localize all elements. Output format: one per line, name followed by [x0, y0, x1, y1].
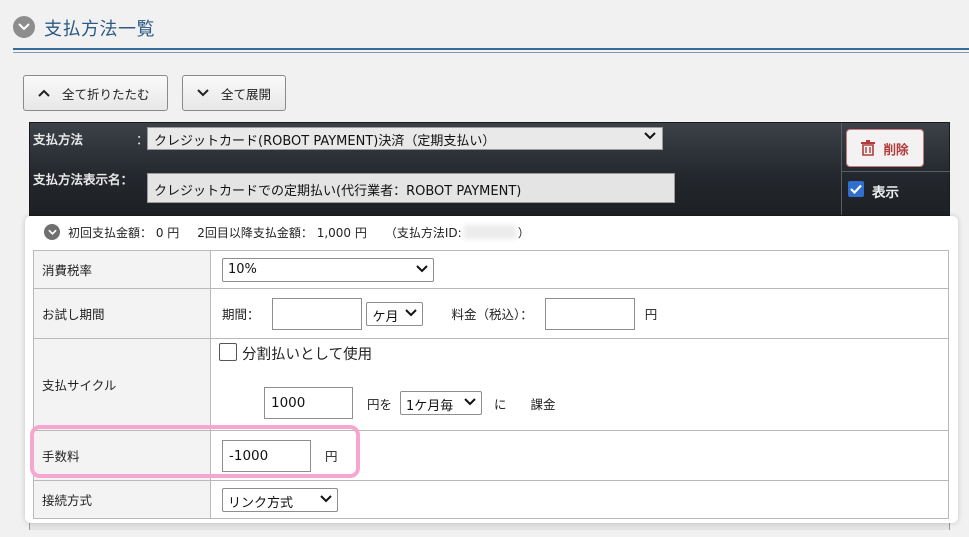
payment-method-panel: 支払方法 ： クレジットカード(ROBOT PAYMENT)決済（定期支払い） … — [29, 122, 950, 216]
cycle-period-selected: 1ケ月毎 — [405, 399, 454, 414]
connection-label: 接続方式 — [33, 480, 211, 519]
summary-toggle[interactable] — [44, 224, 60, 240]
expand-all-button[interactable]: 全て展開 — [182, 75, 286, 111]
table-row-cycle: 支払サイクル 分割払いとして使用 1000 円を 1ケ月毎 に 課金 — [33, 338, 949, 431]
cycle-value-cell: 分割払いとして使用 1000 円を 1ケ月毎 に 課金 — [210, 338, 949, 431]
cycle-ni: に — [493, 396, 507, 412]
trial-label: お試し期間 — [33, 288, 211, 339]
trial-fee-label: 料金（税込）： — [451, 307, 533, 322]
redacted-id — [463, 225, 516, 239]
fee-input[interactable]: -1000 — [222, 439, 311, 472]
chevron-up-icon — [38, 89, 50, 97]
delete-button[interactable]: 削除 — [846, 129, 924, 167]
section-header: 支払方法一覧 — [0, 0, 969, 56]
header-divider — [13, 48, 969, 50]
chevron-down-icon — [18, 23, 30, 31]
tax-rate-select[interactable]: 10% — [222, 257, 434, 282]
check-icon — [850, 184, 862, 194]
trial-period-label: 期間： — [222, 307, 260, 322]
method-label: 支払方法 — [33, 132, 84, 147]
collapse-all-button[interactable]: 全て折りたたむ — [23, 75, 168, 111]
cycle-charge: 課金 — [530, 396, 556, 412]
connection-select[interactable]: リンク方式 — [222, 487, 338, 512]
fee-value-cell: -1000 円 — [210, 430, 949, 481]
header-divider-thin — [13, 52, 969, 53]
cycle-period-select[interactable]: 1ケ月毎 — [399, 391, 482, 415]
table-row-trial: お試し期間 期間： ケ月 料金（税込）： 円 — [33, 288, 949, 339]
show-label: 表示 — [872, 185, 899, 201]
chevron-down-icon — [416, 264, 428, 272]
trial-unit-select[interactable]: ケ月 — [366, 301, 424, 326]
display-name-input[interactable]: クレジットカードでの定期払い(代行業者：ROBOT PAYMENT) — [147, 173, 675, 203]
payment-method-selected: クレジットカード(ROBOT PAYMENT)決済（定期支払い） — [154, 134, 496, 149]
tax-rate-selected: 10% — [228, 261, 257, 277]
collapse-all-label: 全て折りたたむ — [62, 86, 150, 102]
cycle-yen-wo: 円を — [366, 396, 392, 412]
payment-methods-page: 支払方法一覧 全て折りたたむ 全て展開 支払方法 ： クレジットカード(ROBO… — [0, 0, 969, 537]
chevron-down-icon — [197, 89, 209, 97]
connection-value-cell: リンク方式 — [210, 480, 949, 519]
display-name-label: 支払方法表示名： — [33, 172, 134, 187]
show-checkbox[interactable] — [848, 181, 864, 197]
fee-label: 手数料 — [33, 430, 211, 481]
chevron-down-icon — [464, 398, 476, 406]
cycle-controls: 1000 円を 1ケ月毎 に 課金 — [264, 387, 555, 419]
cycle-amount-input[interactable]: 1000 — [264, 387, 353, 419]
table-row-fee: 手数料 -1000 円 — [33, 430, 949, 481]
payment-method-id-suffix: ） — [517, 225, 530, 240]
page-title: 支払方法一覧 — [44, 19, 155, 40]
trial-fee-currency: 円 — [644, 307, 658, 322]
chevron-down-icon — [47, 229, 57, 235]
table-row-connection: 接続方式 リンク方式 — [33, 480, 949, 519]
settings-table: 消費税率 10% お試し期間 期間： ケ月 料金（税込）： 円 支払サイクル 分… — [33, 250, 949, 519]
tax-label: 消費税率 — [33, 250, 211, 289]
panel-divider-horizontal — [842, 171, 950, 172]
delete-label: 削除 — [883, 141, 909, 157]
chevron-down-icon — [644, 132, 656, 140]
section-toggle[interactable] — [13, 16, 35, 38]
trial-value-cell: 期間： ケ月 料金（税込）： 円 — [210, 288, 949, 339]
trial-unit-selected: ケ月 — [372, 309, 399, 325]
panel-divider — [841, 123, 842, 215]
cycle-label: 支払サイクル — [33, 338, 211, 431]
second-payment-amount: 2回目以降支払金額： 1,000 円 — [197, 225, 367, 240]
trial-period-input[interactable] — [271, 297, 362, 330]
installment-label: 分割払いとして使用 — [242, 347, 373, 363]
payment-method-select[interactable]: クレジットカード(ROBOT PAYMENT)決済（定期支払い） — [147, 127, 663, 150]
trash-icon — [861, 140, 876, 156]
trial-fee-input[interactable] — [544, 297, 635, 330]
chevron-down-icon — [405, 308, 418, 316]
amount-summary: 初回支払金額： 0 円 2回目以降支払金額： 1,000 円 （支払方法ID: … — [44, 222, 530, 242]
expand-all-label: 全て展開 — [221, 86, 272, 102]
fee-currency: 円 — [324, 449, 338, 464]
table-row-tax: 消費税率 10% — [33, 250, 949, 289]
installment-checkbox[interactable] — [219, 343, 237, 361]
chevron-down-icon — [320, 494, 332, 502]
connection-selected: リンク方式 — [228, 495, 294, 511]
first-payment-amount: 初回支払金額： 0 円 — [68, 225, 180, 240]
payment-method-id-prefix: （支払方法ID: — [384, 225, 462, 240]
tax-value-cell: 10% — [210, 250, 949, 289]
